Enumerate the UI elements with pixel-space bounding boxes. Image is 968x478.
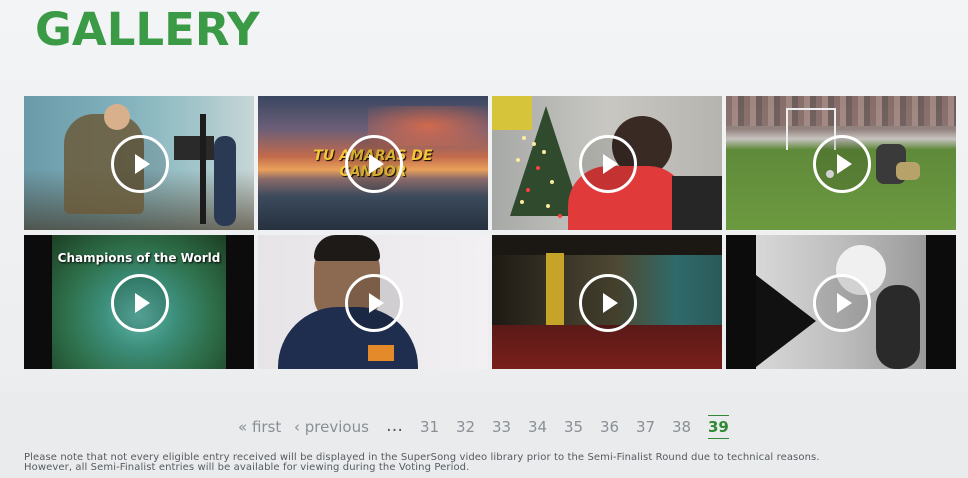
play-icon[interactable]	[111, 274, 169, 332]
video-overlay-title: Champions of the World	[57, 251, 221, 265]
page-title: GALLERY	[35, 3, 260, 56]
pager-previous-link[interactable]: ‹ previous	[294, 418, 369, 436]
pager-page-32[interactable]: 32	[456, 418, 475, 436]
video-gallery-grid: TU AMARAS DE CANDOR Champions of the Wor…	[24, 96, 956, 369]
pager-page-37[interactable]: 37	[636, 418, 655, 436]
video-thumbnail-football-match[interactable]	[726, 96, 956, 230]
pager-current-page: 39	[708, 415, 729, 439]
pager-page-36[interactable]: 36	[600, 418, 619, 436]
play-icon[interactable]	[579, 135, 637, 193]
play-icon[interactable]	[579, 274, 637, 332]
pager-ellipsis: …	[386, 416, 403, 436]
play-icon[interactable]	[345, 274, 403, 332]
pager-page-35[interactable]: 35	[564, 418, 583, 436]
pager-page-34[interactable]: 34	[528, 418, 547, 436]
pager-first-link[interactable]: « first	[238, 418, 281, 436]
play-icon[interactable]	[111, 135, 169, 193]
pager-page-38[interactable]: 38	[672, 418, 691, 436]
play-icon[interactable]	[345, 135, 403, 193]
video-thumbnail-singer-portrait[interactable]	[258, 235, 488, 369]
video-thumbnail-christmas-tree[interactable]	[492, 96, 722, 230]
pager-page-31[interactable]: 31	[420, 418, 439, 436]
pager-page-33[interactable]: 33	[492, 418, 511, 436]
disclaimer-line: However, all Semi-Finalist entries will …	[24, 462, 470, 473]
play-icon[interactable]	[813, 274, 871, 332]
pagination: « first ‹ previous … 31 32 33 34 35 36 3…	[0, 412, 968, 446]
video-thumbnail-guitar-studio[interactable]	[24, 96, 254, 230]
video-thumbnail-champions-of-the-world[interactable]: Champions of the World	[24, 235, 254, 369]
video-thumbnail-black-and-white[interactable]	[726, 235, 956, 369]
disclaimer-note: Please note that not every eligible entr…	[24, 453, 954, 473]
play-icon[interactable]	[813, 135, 871, 193]
video-thumbnail-dark-room[interactable]	[492, 235, 722, 369]
video-thumbnail-sunset-sea[interactable]: TU AMARAS DE CANDOR	[258, 96, 488, 230]
